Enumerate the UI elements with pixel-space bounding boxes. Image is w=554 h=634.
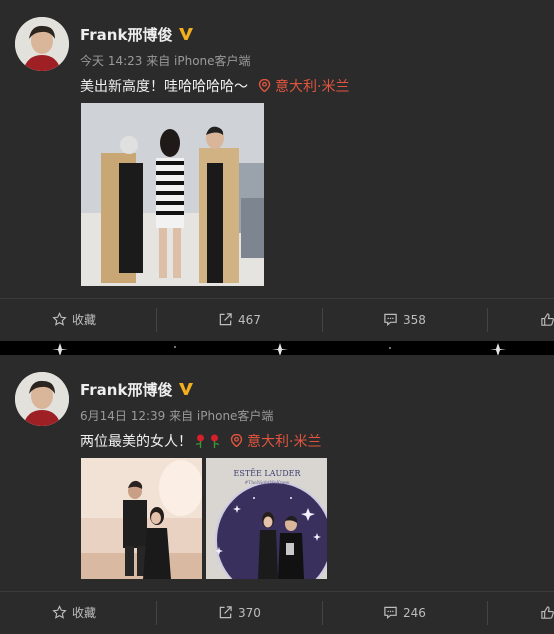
repost-button[interactable]: 370 <box>218 592 261 634</box>
star-icon <box>52 605 67 619</box>
avatar[interactable] <box>15 372 69 426</box>
favorite-label[interactable]: 收藏 <box>72 606 96 620</box>
like-icon <box>541 606 554 619</box>
star-divider <box>0 341 554 356</box>
comment-icon <box>384 606 397 619</box>
star-icon <box>52 312 67 326</box>
share-icon <box>219 606 232 619</box>
weibo-post: Frank邢博俊 今天 14:23 来自 iPhone客户端 美出新高度！哇哈哈… <box>0 0 554 341</box>
divider <box>487 308 488 332</box>
username[interactable]: Frank邢博俊 <box>80 24 194 45</box>
post-meta: 今天 14:23 来自 iPhone客户端 <box>80 54 251 68</box>
post-photo[interactable]: ESTĒE LAUDER #TheNightWeKnew <box>206 458 327 579</box>
repost-button[interactable]: 467 <box>218 299 261 341</box>
username-text[interactable]: Frank邢博俊 <box>80 26 172 44</box>
comment-count[interactable]: 246 <box>403 606 426 620</box>
repost-count[interactable]: 467 <box>238 313 261 327</box>
divider <box>156 601 157 625</box>
action-bar: 收藏 467 358 <box>0 298 554 340</box>
post-text-content: 美出新高度！哇哈哈哈哈～ <box>80 79 248 95</box>
favorite-button[interactable]: 收藏 <box>52 592 96 634</box>
rose-emoji-icon <box>211 434 220 448</box>
divider <box>322 601 323 625</box>
username-text[interactable]: Frank邢博俊 <box>80 381 172 399</box>
like-button[interactable] <box>540 299 554 341</box>
photo-tagline-text: #TheNightWeKnew <box>245 480 290 486</box>
verified-v-icon <box>179 383 194 395</box>
divider <box>156 308 157 332</box>
divider <box>487 601 488 625</box>
location-pin-icon <box>258 79 271 92</box>
post-meta: 6月14日 12:39 来自 iPhone客户端 <box>80 409 274 423</box>
favorite-button[interactable]: 收藏 <box>52 299 96 341</box>
action-bar: 收藏 370 246 <box>0 591 554 633</box>
photo-brand-text: ESTĒE LAUDER <box>234 469 302 478</box>
username[interactable]: Frank邢博俊 <box>80 379 194 400</box>
post-text: 两位最美的女人！ 意大利·米兰 <box>80 431 321 451</box>
verified-v-icon <box>179 28 194 40</box>
divider <box>322 308 323 332</box>
location-link[interactable]: 意大利·米兰 <box>230 434 321 450</box>
location-text[interactable]: 意大利·米兰 <box>275 79 349 95</box>
post-photo[interactable] <box>81 458 202 579</box>
rose-emoji-icon <box>195 434 204 448</box>
share-icon <box>219 313 232 326</box>
post-text-content: 两位最美的女人！ <box>80 434 192 450</box>
like-icon <box>541 313 554 326</box>
comment-button[interactable]: 246 <box>383 592 426 634</box>
weibo-post: Frank邢博俊 6月14日 12:39 来自 iPhone客户端 两位最美的女… <box>0 355 554 634</box>
post-photo[interactable] <box>81 103 264 286</box>
location-text[interactable]: 意大利·米兰 <box>247 434 321 450</box>
avatar[interactable] <box>15 17 69 71</box>
like-button[interactable] <box>540 592 554 634</box>
post-text: 美出新高度！哇哈哈哈哈～ 意大利·米兰 <box>80 76 349 96</box>
comment-icon <box>384 313 397 326</box>
location-pin-icon <box>230 434 243 447</box>
favorite-label[interactable]: 收藏 <box>72 313 96 327</box>
location-link[interactable]: 意大利·米兰 <box>258 79 349 95</box>
comment-button[interactable]: 358 <box>383 299 426 341</box>
repost-count[interactable]: 370 <box>238 606 261 620</box>
comment-count[interactable]: 358 <box>403 313 426 327</box>
